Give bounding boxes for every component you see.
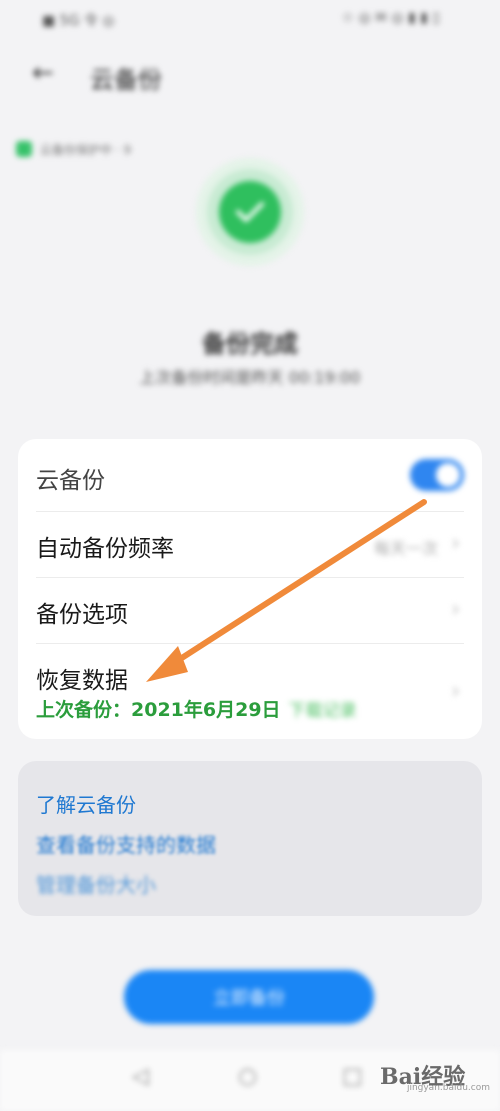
cloud-backup-toggle[interactable] [410,459,464,491]
info-card: 了解云备份 查看备份支持的数据 管理备份大小 [18,761,482,916]
status-ring-inner [207,169,293,255]
row-backup-options[interactable]: 备份选项 › [36,577,464,644]
chevron-right-icon: › [451,679,460,704]
watermark-site: jingyan.baidu.com [406,1083,490,1093]
row-cloud-backup[interactable]: 云备份 [36,439,464,512]
check-icon [219,181,281,243]
toggle-knob [436,463,460,487]
row-auto-frequency[interactable]: 自动备份频率 每天一次 › [36,511,464,578]
check-mark [236,202,264,222]
chevron-right-icon: › [451,597,460,622]
page-title: 云备份 [90,66,162,94]
settings-card: 云备份 自动备份频率 每天一次 › 备份选项 › 恢复数据 › 上次备份：202… [18,439,482,739]
restore-data-label: 恢复数据 [36,668,128,694]
nav-back-icon[interactable]: ◁ [132,1064,149,1089]
backup-status-ring [196,158,304,266]
last-backup-text: 上次备份：2021年6月29日 [36,699,281,721]
app-header: ← 云备份 [0,50,500,100]
chevron-right-icon: › [451,531,460,556]
download-record-link[interactable]: 下载记录 [289,701,357,721]
back-arrow-icon[interactable]: ← [32,58,54,88]
status-right: ☆ ◎ ✉ ◎ ▮ ▮ ▯ [341,10,440,26]
nav-home-icon[interactable]: ○ [238,1064,257,1089]
manage-backup-size-link[interactable]: 管理备份大小 [36,869,156,898]
supported-data-link[interactable]: 查看备份支持的数据 [36,829,216,858]
cloud-backup-label: 云备份 [36,468,105,494]
backup-options-label: 备份选项 [36,602,128,628]
row-restore-data[interactable]: 恢复数据 › [36,643,464,739]
status-left: ■ 5G 令 ◎ [42,13,115,29]
backup-status-subtitle: 上次备份时间是昨天 00:19:00 [139,368,361,387]
auto-frequency-label: 自动备份频率 [36,536,174,562]
backup-now-button[interactable]: 立即备份 [124,970,374,1024]
baidu-watermark: Bai经验 jingyan.baidu.com [380,1057,490,1097]
auto-frequency-value: 每天一次 [373,539,438,558]
nav-recent-icon[interactable]: □ [342,1064,363,1089]
status-bar: ■ 5G 令 ◎ ☆ ◎ ✉ ◎ ▮ ▮ ▯ [0,6,500,30]
protection-chip[interactable]: 云备份保护中 · 9 [8,136,141,162]
protection-chip-label: 云备份保护中 · 9 [40,142,132,157]
backup-status-title: 备份完成 [202,330,298,358]
last-backup-info: 上次备份：2021年6月29日 下载记录 [36,695,357,722]
learn-cloud-backup-link[interactable]: 了解云备份 [36,789,136,818]
shield-icon [16,141,32,157]
